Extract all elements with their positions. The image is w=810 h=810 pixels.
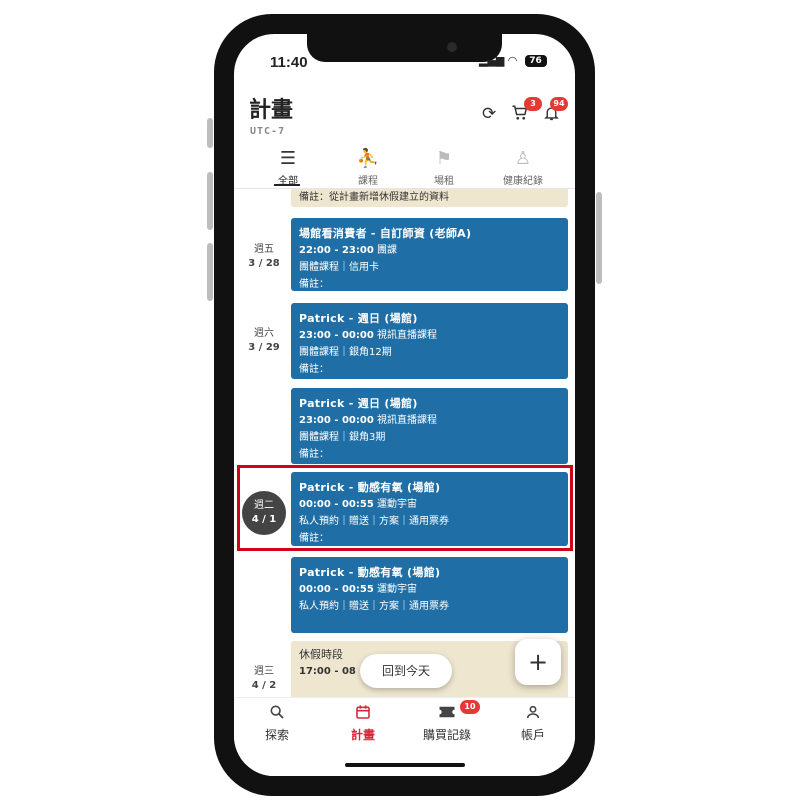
card-title: Patrick - 週日 (場館)	[299, 397, 418, 410]
home-indicator	[345, 763, 465, 767]
battery-icon: 76	[524, 55, 547, 67]
volume-down-button	[207, 243, 213, 301]
card-time: 00:00 - 00:55	[299, 584, 374, 595]
class-card[interactable]: 場館看消費者 - 自訂師資 (老師A) 22:00 - 23:00 團課 團體課…	[291, 218, 568, 291]
status-time: 11:40	[270, 54, 308, 71]
tab-label: 場租	[434, 176, 454, 187]
card-title: 場館看消費者 - 自訂師資 (老師A)	[299, 227, 472, 240]
card-note: 備註：	[299, 279, 329, 290]
card-detail: 團體課程｜銀角12期	[299, 347, 392, 358]
nav-explore[interactable]: 探索	[237, 704, 317, 743]
date: 3 / 29	[248, 342, 280, 353]
weekday: 週六	[254, 328, 274, 339]
tab-label: 課程	[358, 176, 378, 187]
card-type: 視訊直播課程	[376, 330, 437, 341]
note-text: 備註：從計畫新增休假建立的資料	[299, 192, 449, 203]
card-title: Patrick - 動感有氧 (場館)	[299, 566, 441, 579]
card-detail: 私人預約｜贈送｜方案｜通用票券	[299, 601, 449, 612]
day-label: 週五 3 / 28	[242, 243, 286, 271]
card-type: 團課	[376, 245, 397, 256]
nav-label: 探索	[264, 728, 289, 742]
card-time: 23:00 - 00:00	[299, 415, 374, 426]
camera	[447, 42, 457, 52]
volume-up-button	[207, 172, 213, 230]
screen: 11:40 ▂▄▆ ◠ 76 計畫 UTC-7 ⟳ 3 94 ☰ 全部 ⛹ 課程…	[234, 34, 575, 776]
person-icon: ♙	[514, 148, 532, 169]
tab-label: 健康紀錄	[503, 176, 543, 187]
list-icon: ☰	[279, 148, 297, 169]
power-button	[596, 192, 602, 284]
card-note: 備註：	[299, 449, 329, 460]
active-tab-indicator	[274, 184, 300, 186]
card-time: 22:00 - 23:00	[299, 245, 374, 256]
class-card[interactable]: Patrick - 週日 (場館) 23:00 - 00:00 視訊直播課程 團…	[291, 303, 568, 379]
plus-icon: +	[527, 648, 549, 676]
day-label: 週六 3 / 29	[242, 327, 286, 355]
date: 3 / 28	[248, 258, 280, 269]
card-detail: 團體課程｜銀角3期	[299, 432, 386, 443]
day-label: 週三 4 / 2	[242, 665, 286, 693]
notification-badge: 94	[550, 97, 568, 111]
weekday: 週五	[254, 244, 274, 255]
refresh-icon[interactable]: ⟳	[482, 104, 496, 124]
card-type: 運動宇宙	[376, 584, 417, 595]
purchase-badge: 10	[460, 700, 480, 714]
highlight-box	[237, 465, 573, 551]
card-time: 23:00 - 00:00	[299, 330, 374, 341]
card-type: 視訊直播課程	[376, 415, 437, 426]
nav-label: 計畫	[350, 728, 375, 742]
card-title: Patrick - 週日 (場館)	[299, 312, 418, 325]
calendar-icon	[323, 704, 403, 724]
status-icons: ▂▄▆ ◠ 76	[479, 54, 547, 67]
cart-badge: 3	[524, 97, 542, 111]
nav-label: 帳戶	[520, 728, 545, 742]
back-to-today-button[interactable]: 回到今天	[360, 654, 452, 688]
tab-venue[interactable]: ⚑ 場租	[404, 148, 484, 187]
date: 4 / 2	[251, 680, 277, 691]
search-icon	[237, 704, 317, 724]
notch	[307, 34, 502, 62]
tab-health-records[interactable]: ♙ 健康紀錄	[483, 148, 563, 187]
people-exercise-icon: ⛹	[356, 148, 380, 169]
nav-label: 購買記錄	[422, 728, 471, 742]
card-note: 備註：	[299, 364, 329, 375]
card-detail: 團體課程｜信用卡	[299, 262, 379, 273]
page-title: 計畫	[249, 98, 294, 123]
class-card[interactable]: Patrick - 週日 (場館) 23:00 - 00:00 視訊直播課程 團…	[291, 388, 568, 464]
class-card[interactable]: Patrick - 動感有氧 (場館) 00:00 - 00:55 運動宇宙 私…	[291, 557, 568, 633]
nav-account[interactable]: 帳戶	[493, 704, 573, 743]
add-button[interactable]: +	[515, 639, 561, 685]
nav-plan[interactable]: 計畫	[323, 704, 403, 743]
leave-note-card[interactable]: 備註：從計畫新增休假建立的資料	[291, 189, 568, 207]
tab-course[interactable]: ⛹ 課程	[328, 148, 408, 187]
weekday: 週三	[254, 666, 274, 677]
golf-flag-icon: ⚑	[435, 148, 453, 169]
schedule-list[interactable]: 備註：從計畫新增休假建立的資料 週五 3 / 28 場館看消費者 - 自訂師資 …	[234, 189, 575, 697]
wifi-icon: ◠	[508, 54, 517, 67]
timezone-label: UTC-7	[250, 126, 286, 137]
user-icon	[493, 704, 573, 724]
tab-all[interactable]: ☰ 全部	[248, 148, 328, 187]
mute-switch	[207, 118, 213, 148]
signal-icon: ▂▄▆	[479, 54, 505, 67]
